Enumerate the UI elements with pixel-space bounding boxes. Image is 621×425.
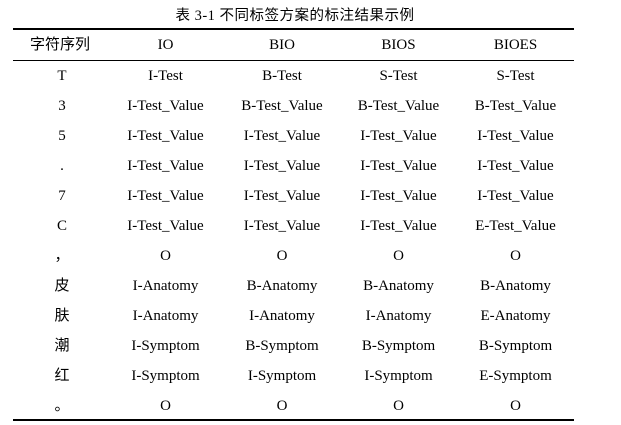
cell-io: I-Symptom (131, 368, 200, 384)
cell-bios: O (393, 398, 404, 414)
cell-bioes: E-Symptom (479, 368, 552, 384)
cell-bioes: S-Test (496, 68, 535, 84)
cell-bioes: B-Symptom (478, 338, 553, 354)
table-row: 3 I-Test_Value B-Test_Value B-Test_Value B-T… (13, 91, 574, 121)
cell-bio: I-Test_Value (243, 158, 321, 174)
cell-bios: B-Symptom (361, 338, 436, 354)
cell-bios: I-Symptom (364, 368, 433, 384)
cell-io: I-Anatomy (132, 308, 199, 324)
cell-io: I-Symptom (131, 338, 200, 354)
cell-io: I-Test_Value (127, 218, 204, 234)
cell-bios: I-Test_Value (360, 128, 437, 144)
cell-bio: O (276, 398, 288, 414)
cell-char: C (56, 218, 67, 234)
table-row: C I-Test_Value I-Test_Value I-Test_Value E-T… (13, 211, 574, 241)
table-row: 。 O O O O (13, 391, 574, 421)
table-row: 红 I-Symptom I-Symptom I-Symptom E-Symptom (13, 361, 574, 391)
header-bios: BIOS (381, 37, 416, 53)
table-row: 5 I-Test_Value I-Test_Value I-Test_Value I-T… (13, 121, 574, 151)
cell-bioes: E-Test_Value (475, 218, 556, 234)
cell-bios: S-Test (379, 68, 418, 84)
cell-bio: B-Symptom (245, 338, 319, 354)
cell-io: I-Test_Value (127, 98, 204, 114)
cell-bioes: I-Test_Value (477, 188, 554, 204)
cell-io: I-Test (148, 68, 183, 84)
cell-bios: B-Anatomy (363, 278, 434, 294)
cell-bioes: O (510, 248, 521, 264)
header-bioes: BIOES (493, 37, 538, 53)
cell-io: O (160, 398, 171, 414)
cell-io: I-Test_Value (127, 128, 204, 144)
cell-bioes: B-Test_Value (474, 98, 557, 114)
header-bio: BIO (269, 37, 295, 53)
cell-bio: O (276, 248, 288, 264)
cell-bios: I-Test_Value (360, 188, 437, 204)
cell-bios: I-Test_Value (360, 158, 437, 174)
cell-io: I-Test_Value (127, 188, 204, 204)
table-row: 潮 I-Symptom B-Symptom B-Symptom B-Symptom (13, 331, 574, 361)
cell-bio: B-Test_Value (241, 98, 323, 114)
cell-io: O (160, 248, 171, 264)
cell-bio: I-Test_Value (243, 188, 321, 204)
cell-bioes: I-Test_Value (477, 128, 554, 144)
cell-bio: I-Test_Value (243, 128, 321, 144)
header-io: IO (157, 37, 174, 53)
cell-bio: I-Test_Value (243, 218, 321, 234)
cell-char: 潮 (54, 338, 70, 354)
header-char-sequence: 字符序列 (29, 37, 90, 53)
cell-char: T (57, 68, 67, 84)
cell-char: 肤 (54, 308, 70, 324)
cell-char: 5 (58, 128, 66, 144)
cell-bios: I-Test_Value (360, 218, 437, 234)
table-caption: 表 3-1 不同标签方案的标注结果示例 (175, 8, 415, 24)
cell-bioes: B-Anatomy (480, 278, 551, 294)
table-row: ， O O O O (13, 241, 574, 271)
cell-bioes: E-Anatomy (480, 308, 551, 324)
cell-char: 3 (58, 98, 66, 114)
cell-char: 7 (58, 188, 66, 204)
cell-bios: I-Anatomy (365, 308, 432, 324)
table-row: T I-Test B-Test S-Test S-Test (13, 61, 574, 91)
table-header-row: 字符序列 IO BIO BIOS BIOES (13, 30, 574, 60)
table-row: 皮 I-Anatomy B-Anatomy B-Anatomy B-Anatomy (13, 271, 574, 301)
cell-io: I-Test_Value (127, 158, 204, 174)
cell-bios: B-Test_Value (357, 98, 440, 114)
cell-bioes: I-Test_Value (477, 158, 554, 174)
cell-bioes: O (510, 398, 521, 414)
cell-bio: B-Test (262, 68, 302, 84)
cell-char: ， (54, 248, 70, 264)
cell-bio: B-Anatomy (246, 278, 318, 294)
cell-bios: O (393, 248, 404, 264)
table-row: 肤 I-Anatomy I-Anatomy I-Anatomy E-Anatomy (13, 301, 574, 331)
cell-char: 皮 (54, 278, 70, 294)
cell-bio: I-Anatomy (249, 308, 315, 324)
cell-char: 。 (54, 398, 70, 414)
table-row: . I-Test_Value I-Test_Value I-Test_Value I-T… (13, 151, 574, 181)
cell-io: I-Anatomy (132, 278, 199, 294)
table-row: 7 I-Test_Value I-Test_Value I-Test_Value I-T… (13, 181, 574, 211)
cell-char: . (60, 158, 64, 174)
bottom-rule (13, 419, 574, 421)
cell-bio: I-Symptom (247, 368, 317, 384)
cell-char: 红 (54, 368, 70, 384)
